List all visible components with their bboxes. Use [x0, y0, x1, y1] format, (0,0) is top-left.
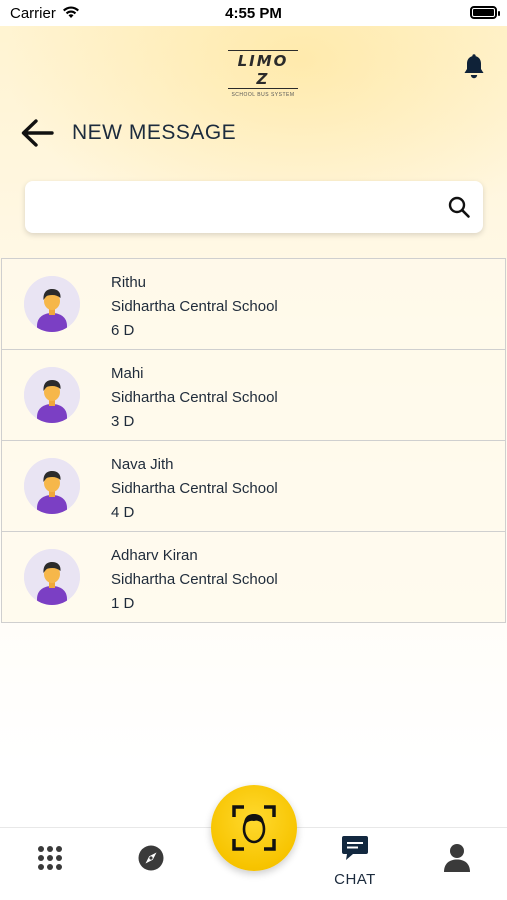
logo-text: LIMO Z [228, 50, 298, 89]
contact-info: Rithu Sidhartha Central School 6 D [111, 271, 278, 343]
student-avatar-icon [24, 367, 80, 423]
contact-list: Rithu Sidhartha Central School 6 D Mahi … [1, 258, 506, 623]
contact-class: 3 D [111, 413, 135, 430]
app-logo: LIMO Z SCHOOL BUS SYSTEM [228, 50, 298, 98]
contact-name: Adharv Kiran [111, 547, 198, 564]
contact-school: Sidhartha Central School [111, 389, 278, 406]
search-icon[interactable] [447, 195, 471, 219]
profile-icon[interactable] [443, 843, 471, 873]
contact-school: Sidhartha Central School [111, 298, 278, 315]
chat-bubble-icon [342, 836, 368, 860]
contact-row[interactable]: Rithu Sidhartha Central School 6 D [1, 258, 506, 350]
contact-school: Sidhartha Central School [111, 480, 278, 497]
page-title: NEW MESSAGE [72, 121, 237, 144]
search-input[interactable] [39, 189, 439, 225]
contact-name: Nava Jith [111, 456, 174, 473]
contact-info: Adharv Kiran Sidhartha Central School 1 … [111, 544, 278, 616]
apps-grid-icon[interactable] [37, 845, 63, 871]
clock: 4:55 PM [225, 5, 282, 22]
avatar [24, 367, 80, 423]
back-arrow-icon[interactable] [20, 118, 54, 148]
face-scan-button[interactable] [211, 785, 297, 871]
contact-class: 6 D [111, 322, 135, 339]
contact-row[interactable]: Nava Jith Sidhartha Central School 4 D [1, 440, 506, 532]
contact-row[interactable]: Adharv Kiran Sidhartha Central School 1 … [1, 531, 506, 623]
avatar [24, 276, 80, 332]
nav-chat-tab[interactable]: CHAT [330, 834, 380, 890]
status-bar: Carrier 4:55 PM [0, 0, 507, 26]
student-avatar-icon [24, 276, 80, 332]
contact-class: 1 D [111, 595, 135, 612]
avatar [24, 458, 80, 514]
nav-chat-label: CHAT [334, 871, 376, 888]
notification-bell-icon[interactable] [462, 54, 486, 80]
contact-name: Mahi [111, 365, 144, 382]
contact-class: 4 D [111, 504, 135, 521]
contact-info: Nava Jith Sidhartha Central School 4 D [111, 453, 278, 525]
battery-icon [470, 6, 500, 19]
compass-icon[interactable] [138, 845, 164, 871]
student-avatar-icon [24, 458, 80, 514]
contact-info: Mahi Sidhartha Central School 3 D [111, 362, 278, 434]
avatar [24, 549, 80, 605]
student-avatar-icon [24, 549, 80, 605]
search-box [25, 181, 483, 233]
contact-name: Rithu [111, 274, 147, 291]
contact-school: Sidhartha Central School [111, 571, 278, 588]
logo-subtitle: SCHOOL BUS SYSTEM [231, 92, 295, 98]
contact-row[interactable]: Mahi Sidhartha Central School 3 D [1, 349, 506, 441]
face-scan-icon [232, 805, 276, 851]
